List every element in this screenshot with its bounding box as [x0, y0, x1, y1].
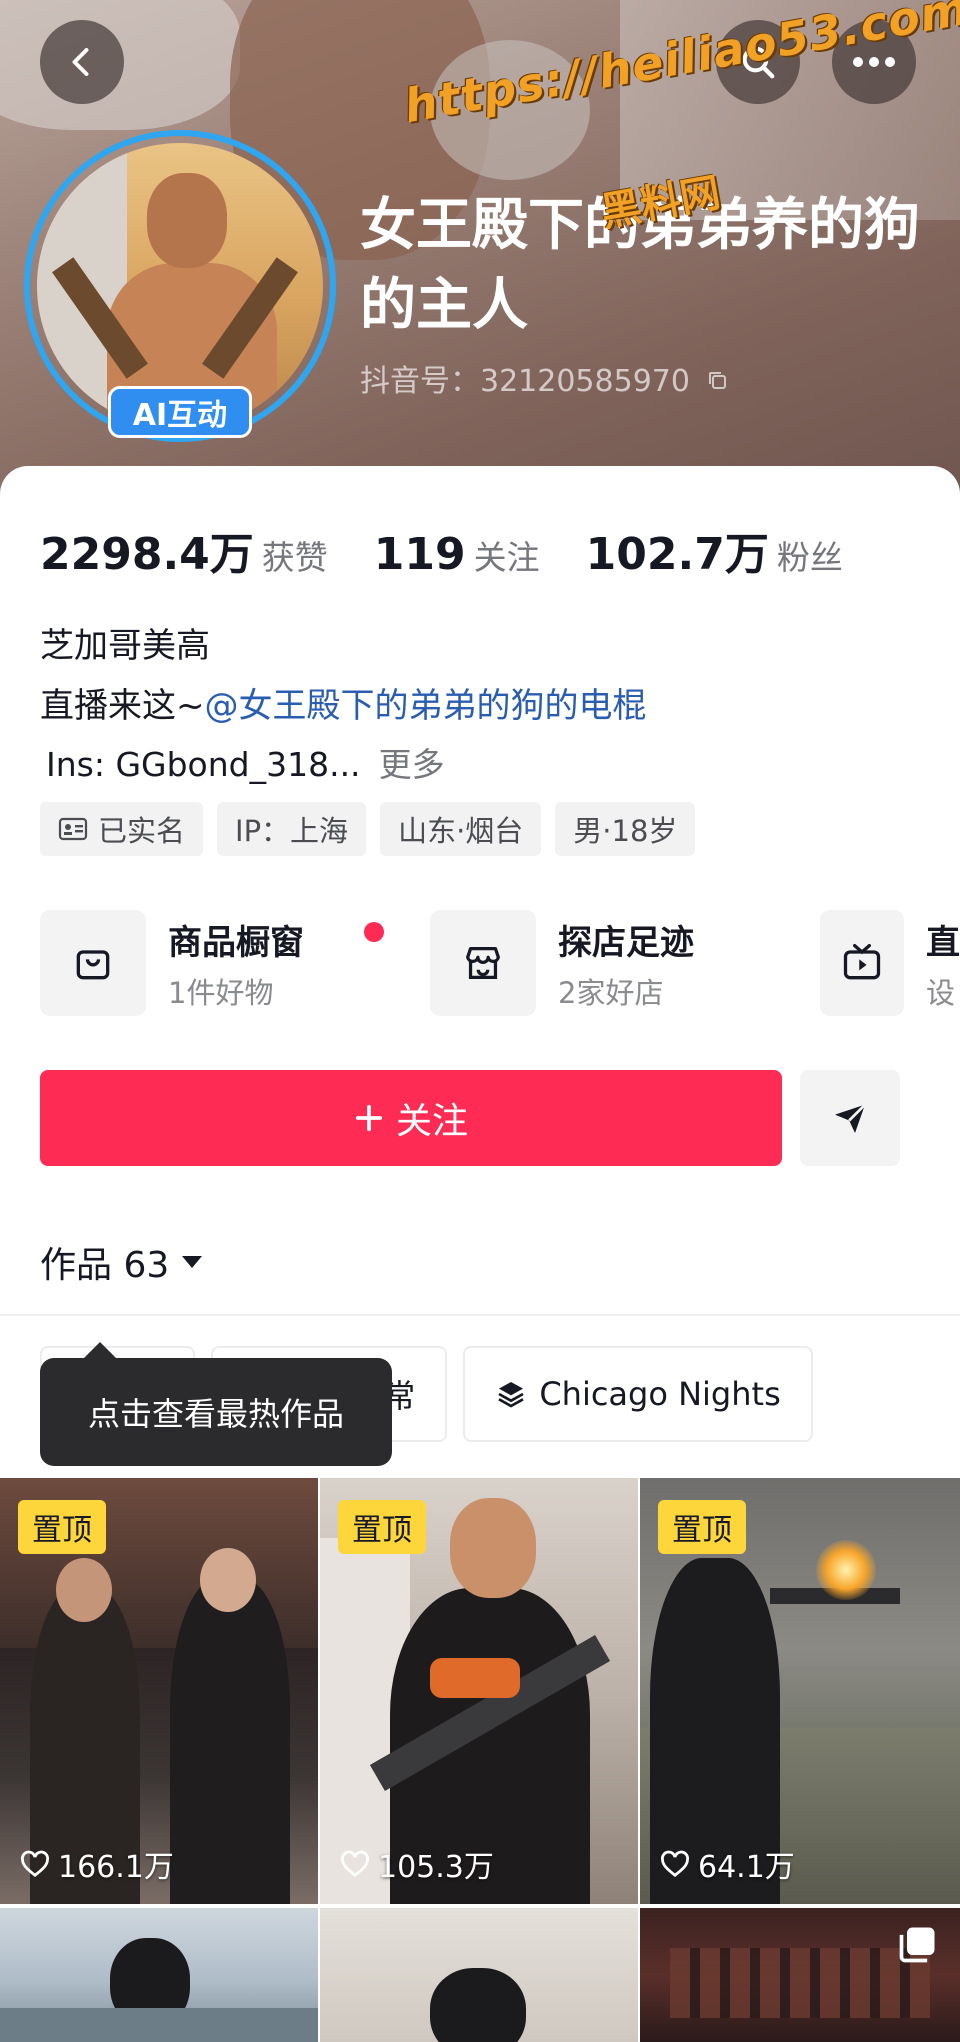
- ai-interact-badge[interactable]: AI互动: [108, 386, 252, 438]
- multi-image-icon: [899, 1927, 935, 1963]
- back-button[interactable]: [40, 20, 124, 104]
- bio-line: 直播来这~@女王殿下的弟弟的狗的电棍: [40, 676, 647, 736]
- video-thumbnail[interactable]: [0, 1908, 318, 2042]
- shortcut-title: 商品橱窗: [168, 922, 304, 963]
- video-thumbnail[interactable]: 置顶 166.1万: [0, 1478, 318, 1904]
- likes-count-text: 64.1万: [698, 1850, 795, 1885]
- video-thumbnail[interactable]: 置顶 64.1万: [640, 1478, 960, 1904]
- shortcut-row: 商品橱窗 1件好物 探店足迹 2家好店 直 设: [40, 910, 960, 1016]
- video-likes: 105.3万: [340, 1842, 494, 1886]
- follow-button[interactable]: 关注: [40, 1070, 782, 1166]
- tv-icon: [843, 943, 881, 980]
- shortcut-shop-window[interactable]: 商品橱窗 1件好物: [40, 910, 430, 1016]
- more-dots-icon: [853, 57, 895, 67]
- works-tab[interactable]: 作品 63: [40, 1236, 205, 1288]
- shop-icon: [466, 946, 500, 980]
- heart-icon: [21, 1850, 49, 1877]
- bio-line: 芝加哥美高: [40, 626, 210, 666]
- profile-header: AI互动 女王殿下的弟弟养的狗的主人 抖音号：32120585970 https…: [0, 0, 960, 500]
- gender-age-tag: 男·18岁: [555, 802, 696, 856]
- divider: [0, 1314, 960, 1316]
- works-tab-label: 作品 63: [40, 1245, 170, 1286]
- shortcut-store-visits[interactable]: 探店足迹 2家好店: [430, 910, 820, 1016]
- likes-count-text: 166.1万: [58, 1850, 174, 1885]
- shortcut-subtitle: 2家好店: [558, 975, 664, 1010]
- shortcut-subtitle: 设: [926, 975, 956, 1010]
- bio-more-link[interactable]: 更多: [379, 745, 445, 784]
- likes-label[interactable]: 获赞: [262, 531, 328, 579]
- video-thumbnail[interactable]: 置顶 105.3万: [320, 1478, 638, 1904]
- tag-label: 山东·烟台: [398, 814, 524, 848]
- likes-count[interactable]: 2298.4万: [40, 518, 254, 582]
- verified-tag[interactable]: 已实名: [40, 802, 204, 856]
- shortcut-title: 直: [926, 922, 960, 963]
- id-card-icon: [58, 817, 88, 841]
- bio: 芝加哥美高 直播来这~@女王殿下的弟弟的狗的电棍: [40, 616, 647, 736]
- video-grid: 置顶 166.1万 置顶 105.3万 置顶 64.1万: [0, 1478, 960, 2042]
- followers-label[interactable]: 粉丝: [777, 531, 843, 579]
- following-count[interactable]: 119: [374, 529, 466, 580]
- follow-label: 关注: [395, 1101, 468, 1142]
- copy-icon[interactable]: [706, 369, 730, 393]
- video-thumbnail[interactable]: [320, 1908, 638, 2042]
- caret-down-icon: [182, 1256, 203, 1268]
- tag-label: IP：上海: [235, 814, 349, 848]
- hot-works-tooltip[interactable]: 点击查看最热作品: [40, 1342, 392, 1466]
- shortcut-live[interactable]: 直 设: [820, 910, 960, 1016]
- video-likes: 166.1万: [20, 1842, 174, 1886]
- followers-count[interactable]: 102.7万: [586, 518, 769, 582]
- heart-icon: [341, 1850, 369, 1877]
- shortcut-title: 探店足迹: [558, 922, 694, 963]
- stats-row: 2298.4万 获赞 119 关注 102.7万 粉丝: [40, 518, 889, 582]
- collection-chip[interactable]: Chicago Nights: [463, 1346, 813, 1442]
- ip-tag: IP：上海: [217, 802, 367, 856]
- send-message-button[interactable]: [800, 1070, 900, 1166]
- shortcut-subtitle: 1件好物: [168, 975, 274, 1010]
- bio-text: 直播来这~: [40, 686, 205, 726]
- chevron-left-icon: [72, 48, 89, 76]
- mention-link[interactable]: @女王殿下的弟弟的狗的电棍: [205, 686, 647, 726]
- bag-icon-box: [40, 910, 146, 1016]
- douyin-id-text: 抖音号：32120585970: [360, 364, 690, 399]
- heart-icon: [661, 1850, 689, 1877]
- pinned-badge: 置顶: [338, 1500, 426, 1554]
- video-likes: 64.1万: [660, 1842, 795, 1886]
- following-label[interactable]: 关注: [474, 531, 540, 579]
- video-thumbnail[interactable]: [640, 1908, 960, 2042]
- bag-icon: [76, 950, 110, 980]
- profile-tags: 已实名 IP：上海 山东·烟台 男·18岁: [40, 802, 696, 856]
- pinned-badge: 置顶: [18, 1500, 106, 1554]
- chip-label: Chicago Nights: [539, 1375, 781, 1413]
- bio-ins-line: Ins: GGbond_318... 更多: [46, 738, 445, 786]
- likes-count-text: 105.3万: [378, 1850, 494, 1885]
- tag-label: 男·18岁: [573, 814, 678, 848]
- plus-icon: [355, 1104, 383, 1132]
- tag-label: 已实名: [98, 814, 186, 848]
- layers-icon: [498, 1382, 524, 1408]
- ins-handle: Ins: GGbond_318...: [46, 745, 361, 784]
- pinned-badge: 置顶: [658, 1500, 746, 1554]
- location-tag: 山东·烟台: [380, 802, 542, 856]
- send-icon: [835, 1103, 866, 1133]
- shop-icon-box: [430, 910, 536, 1016]
- tv-icon-box: [820, 910, 904, 1016]
- notification-dot: [364, 922, 384, 942]
- douyin-id[interactable]: 抖音号：32120585970: [360, 356, 730, 400]
